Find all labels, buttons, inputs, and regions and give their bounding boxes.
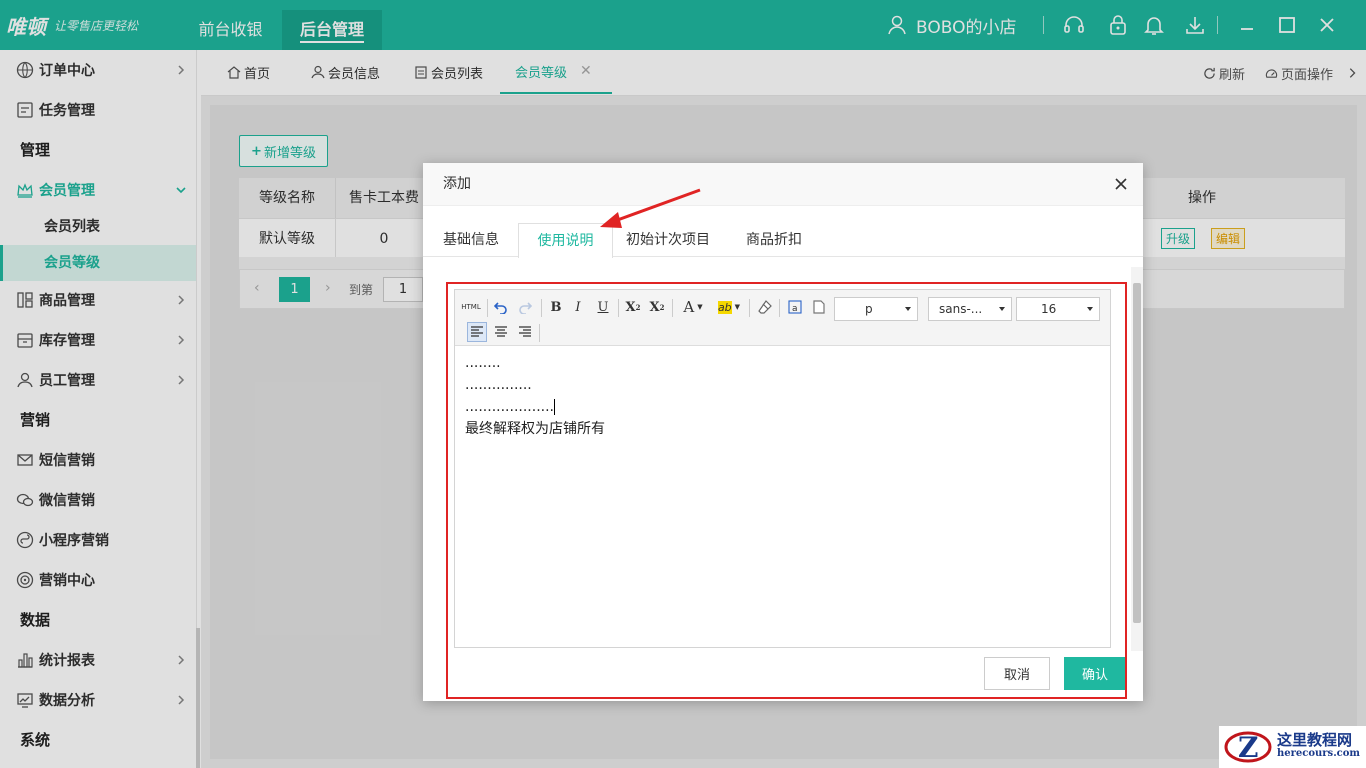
watermark: Z 这里教程网 herecours.com: [1219, 726, 1366, 768]
watermark-title: 这里教程网: [1277, 731, 1353, 749]
watermark-text: 这里教程网 herecours.com: [1277, 733, 1360, 761]
dialog-close-icon[interactable]: [1113, 176, 1129, 192]
tab-initial-items[interactable]: 初始计次项目: [620, 223, 716, 257]
watermark-logo-icon: Z: [1223, 727, 1273, 767]
tab-usage-notes[interactable]: 使用说明: [518, 223, 613, 258]
dialog-scrollbar-thumb[interactable]: [1133, 283, 1141, 623]
tab-product-discount[interactable]: 商品折扣: [736, 223, 812, 257]
highlight-box: [446, 282, 1127, 699]
add-dialog: 添加 基础信息 使用说明 初始计次项目 商品折扣 HTML B I U X2 X…: [423, 163, 1143, 701]
dialog-title: 添加: [423, 163, 1143, 206]
tab-basic-info[interactable]: 基础信息: [433, 223, 509, 257]
dialog-scrollbar[interactable]: [1131, 267, 1143, 651]
watermark-url: herecours.com: [1277, 748, 1361, 759]
svg-text:Z: Z: [1238, 731, 1258, 764]
